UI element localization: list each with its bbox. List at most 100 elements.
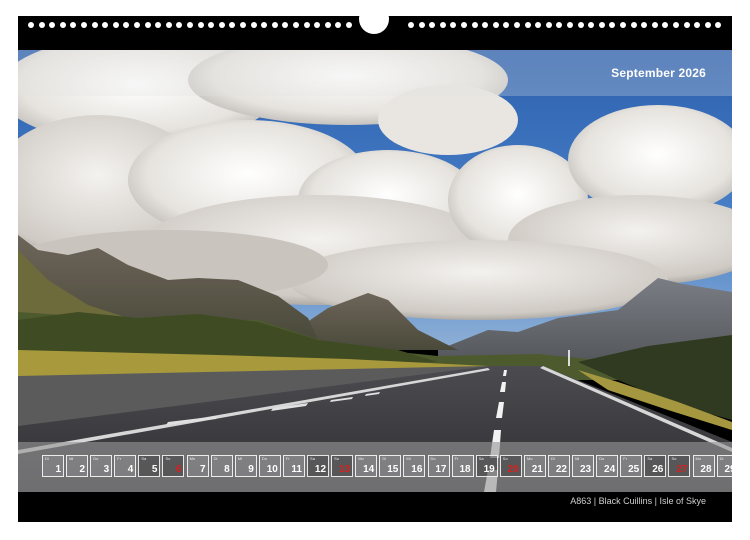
binding-hole — [609, 22, 616, 28]
weekday-label: Sa — [478, 456, 484, 461]
weekday-label: Do — [93, 456, 99, 461]
binding-hole — [694, 22, 701, 28]
binding-hole — [218, 22, 225, 28]
binding-hole — [408, 22, 414, 28]
day-strip: Di 1 Mi 2 Do 3 Fr 4 Sa 5 So 6 Mo 7 Di 8 Mi 9 Do 10 Fr 11 Sa 12 S… — [18, 442, 732, 492]
day-cell: Mo 28 — [692, 455, 715, 477]
landscape-photo: September 2026 Di 1 Mi 2 Do 3 Fr 4 Sa 5 So 6 Mo 7 Di 8 M… — [18, 50, 732, 492]
day-number: 20 — [507, 464, 519, 475]
day-number: 23 — [579, 464, 592, 475]
day-cell: Fr 11 — [282, 455, 305, 477]
binding-hole — [482, 22, 489, 28]
weekday-label: Sa — [310, 456, 315, 461]
binding-hole — [187, 22, 193, 28]
binding-hole — [271, 22, 278, 28]
day-cell: Do 24 — [596, 455, 619, 477]
binding-hole — [439, 22, 446, 28]
day-cell: Mi 23 — [572, 455, 595, 477]
binding-hole — [630, 22, 637, 28]
day-number: 21 — [531, 464, 543, 475]
day-number: 16 — [411, 464, 423, 475]
binding-hole — [598, 22, 605, 28]
binding-hole — [59, 22, 66, 28]
weekday-label: Sa — [647, 456, 653, 461]
day-number: 9 — [248, 464, 254, 475]
weekday-label: Di — [213, 456, 218, 461]
weekday-label: Do — [599, 456, 605, 461]
weekday-label: Mo — [358, 456, 364, 461]
photo-caption: A863 | Black Cuillins | Isle of Skye — [570, 496, 706, 506]
binding-hole — [134, 22, 140, 28]
binding-hole — [314, 22, 321, 28]
day-cell: Di 15 — [379, 455, 402, 477]
day-number: 10 — [266, 464, 278, 475]
binding-hole — [324, 22, 331, 28]
weekday-label: Mi — [237, 456, 242, 461]
binding-hole — [715, 22, 722, 28]
day-cell: Di 22 — [547, 455, 570, 477]
day-cell: Do 17 — [427, 455, 450, 477]
binding-hole — [346, 22, 352, 28]
day-cell: Do 3 — [90, 455, 113, 477]
day-cell: Sa 26 — [644, 455, 667, 477]
binding-hole — [662, 22, 669, 28]
binding-hole — [81, 22, 87, 28]
month-title: September 2026 — [611, 66, 706, 80]
binding-hole — [651, 22, 658, 28]
day-number: 12 — [314, 464, 327, 475]
binding-hole — [197, 22, 204, 28]
day-cell: Mo 7 — [186, 455, 209, 477]
binding-hole — [229, 22, 236, 28]
day-cell: Sa 5 — [138, 455, 161, 477]
day-number: 6 — [175, 464, 182, 475]
day-number: 5 — [151, 464, 158, 475]
weekday-label: So — [502, 456, 508, 461]
day-number: 3 — [103, 464, 110, 475]
binding-hole — [471, 22, 478, 28]
binding-hole — [514, 22, 520, 28]
binding-hole — [492, 22, 499, 28]
binding-hole — [38, 22, 45, 28]
weekday-label: Di — [550, 456, 555, 461]
weekday-label: Fr — [285, 456, 290, 461]
binding-hole — [556, 22, 563, 28]
day-number: 7 — [200, 464, 206, 475]
day-number: 17 — [435, 464, 447, 475]
day-cell: So 6 — [162, 455, 185, 477]
day-number: 13 — [339, 464, 351, 475]
day-cell: Mi 16 — [403, 455, 426, 477]
day-number: 14 — [363, 464, 375, 475]
weekday-label: Sa — [141, 456, 147, 461]
binding-hole — [588, 22, 595, 28]
weekday-label: Do — [261, 456, 267, 461]
binding-hole — [49, 22, 56, 28]
binding-hole — [303, 22, 310, 28]
binding-hole — [567, 22, 573, 28]
day-cell: Fr 25 — [620, 455, 643, 477]
day-cell: Do 10 — [258, 455, 281, 477]
day-number: 28 — [700, 464, 712, 475]
day-number: 1 — [55, 464, 61, 475]
binding-hole — [545, 22, 552, 28]
binding-hole — [261, 22, 268, 28]
binding-hole — [102, 22, 109, 28]
binding-hole — [429, 22, 436, 28]
weekday-label: Fr — [117, 456, 122, 461]
binding-hole — [208, 22, 215, 28]
day-cell: Mo 14 — [355, 455, 378, 477]
day-cell: Mi 9 — [234, 455, 257, 477]
binding-hole — [450, 22, 457, 28]
day-cell: Mo 21 — [523, 455, 546, 477]
weekday-label: Mi — [575, 456, 580, 461]
day-cell: Mi 2 — [66, 455, 89, 477]
day-number: 2 — [79, 464, 86, 475]
day-number: 24 — [604, 464, 616, 475]
binding-hole — [112, 22, 119, 28]
binding-hole — [461, 22, 467, 28]
day-number: 18 — [459, 464, 471, 475]
day-cell: Di29 — [716, 455, 732, 477]
binding-hole — [577, 22, 584, 28]
day-cell: So 20 — [499, 455, 522, 477]
binding-hole — [620, 22, 626, 28]
day-cell: Fr 4 — [114, 455, 137, 477]
